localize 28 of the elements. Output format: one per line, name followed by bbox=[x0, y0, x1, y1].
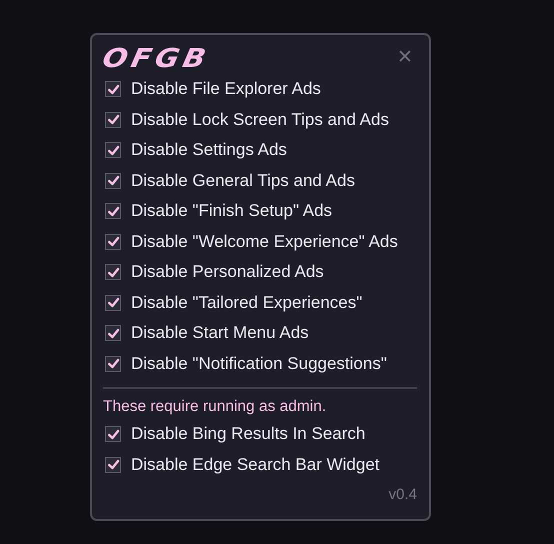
checkbox[interactable] bbox=[105, 172, 121, 189]
admin-note: These require running as admin. bbox=[103, 398, 328, 416]
option-label: Disable Personalized Ads bbox=[131, 262, 324, 282]
option-label: Disable Edge Search Bar Widget bbox=[131, 454, 380, 475]
checkbox[interactable] bbox=[105, 356, 121, 372]
checkbox[interactable] bbox=[105, 264, 121, 280]
option-label: Disable "Tailored Experiences" bbox=[131, 292, 362, 313]
checkbox[interactable] bbox=[105, 203, 121, 220]
checkbox[interactable] bbox=[105, 234, 121, 250]
option-label: Disable File Explorer Ads bbox=[131, 79, 321, 100]
checkbox[interactable] bbox=[105, 81, 121, 98]
checkbox[interactable] bbox=[105, 294, 121, 311]
option-label: Disable Start Menu Ads bbox=[131, 323, 309, 344]
option-label: Disable "Finish Setup" Ads bbox=[131, 201, 332, 222]
checkbox[interactable] bbox=[105, 426, 121, 442]
checkbox[interactable] bbox=[105, 112, 121, 128]
option-label: Disable "Welcome Experience" Ads bbox=[131, 232, 398, 252]
option-label: Disable Bing Results In Search bbox=[131, 424, 366, 444]
checkbox[interactable] bbox=[105, 142, 121, 158]
checkbox[interactable] bbox=[105, 456, 121, 473]
option-label: Disable Lock Screen Tips and Ads bbox=[131, 110, 389, 130]
checkbox[interactable] bbox=[105, 325, 121, 342]
close-button[interactable]: ✕ bbox=[393, 48, 417, 67]
option-label: Disable "Notification Suggestions" bbox=[131, 354, 387, 374]
app-logo: OFGB bbox=[100, 42, 213, 73]
option-label: Disable Settings Ads bbox=[131, 140, 287, 160]
option-label: Disable General Tips and Ads bbox=[131, 170, 355, 191]
version-label: v0.4 bbox=[388, 486, 417, 503]
